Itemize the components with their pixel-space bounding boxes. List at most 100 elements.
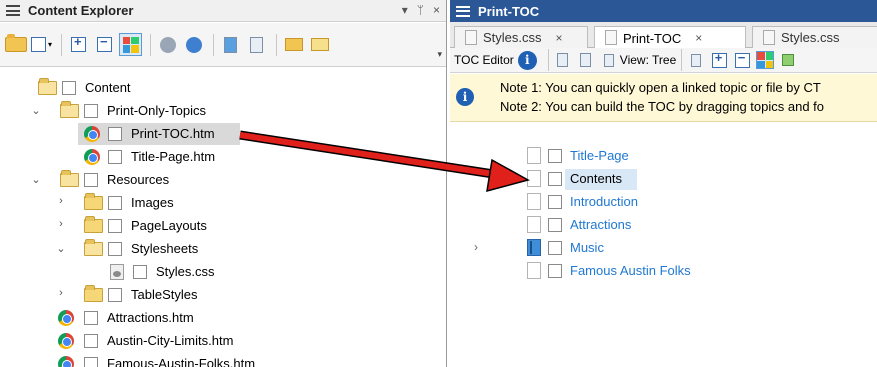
chevron-down-icon[interactable]: ⌄: [30, 104, 42, 117]
toc-editor-toolbar: TOC Editor i View: Tree: [450, 48, 877, 73]
checkbox[interactable]: [108, 150, 122, 164]
tab-styles-css-2[interactable]: Styles.css: [752, 26, 877, 48]
new-folder-icon: [284, 38, 303, 51]
toc-item-label: Title-Page: [570, 148, 629, 163]
page-icon: [527, 193, 541, 210]
properties-button[interactable]: [245, 33, 268, 56]
toc-item-label: Music: [570, 240, 604, 255]
close-icon[interactable]: ×: [433, 3, 440, 17]
toc-item-attractions[interactable]: Attractions: [450, 214, 877, 237]
tree-item-pagelayouts[interactable]: › PageLayouts: [0, 214, 446, 237]
chrome-file-icon: [58, 356, 74, 367]
folder-open-icon: [60, 101, 79, 118]
tree-item-famous-austin-folks[interactable]: Famous-Austin-Folks.htm: [0, 352, 446, 367]
chrome-file-icon: [84, 149, 100, 165]
folder-view-button[interactable]: [4, 33, 27, 56]
move-down-button[interactable]: [577, 51, 595, 69]
checkbox[interactable]: [133, 265, 147, 279]
checkbox[interactable]: [108, 219, 122, 233]
chevron-down-icon[interactable]: ⌄: [55, 242, 67, 255]
info-icon: i: [456, 88, 474, 106]
checkbox[interactable]: [548, 172, 562, 186]
collapse-all-button[interactable]: [93, 33, 116, 56]
toc-item-music[interactable]: › Music: [450, 237, 877, 260]
checkbox[interactable]: [548, 195, 562, 209]
open-button[interactable]: [156, 33, 179, 56]
tab-styles-css[interactable]: Styles.css ×: [454, 26, 588, 48]
chevron-right-icon[interactable]: ›: [474, 240, 478, 254]
toolbar-overflow-icon[interactable]: ▾: [437, 49, 442, 60]
view-tree-dropdown[interactable]: View: Tree: [620, 53, 676, 67]
bars-button[interactable]: [687, 51, 705, 69]
chevron-right-icon[interactable]: ›: [55, 218, 67, 230]
properties-icon: [250, 36, 263, 53]
checkbox[interactable]: [84, 104, 98, 118]
checkbox[interactable]: [548, 218, 562, 232]
tree-item-title-page[interactable]: Title-Page.htm: [0, 145, 446, 168]
chevron-right-icon[interactable]: ›: [55, 287, 67, 299]
add-item-button[interactable]: [779, 51, 797, 69]
expand-icon: [711, 50, 727, 68]
close-tab-icon[interactable]: ×: [695, 31, 702, 45]
tree-item-content[interactable]: Content: [0, 76, 446, 99]
checkbox[interactable]: [84, 311, 98, 325]
file-tree: Content ⌄ Print-Only-Topics Print-TOC.ht…: [0, 76, 446, 367]
checkbox[interactable]: [84, 357, 98, 367]
toc-item-introduction[interactable]: Introduction: [450, 191, 877, 214]
tree-item-styles-css[interactable]: Styles.css: [0, 260, 446, 283]
toc-editor-pane: Print-TOC Styles.css × Print-TOC × Style…: [450, 0, 877, 367]
menu-icon[interactable]: [456, 5, 470, 17]
pin-icon[interactable]: ᛘ: [417, 3, 424, 17]
new-folder-button[interactable]: [282, 33, 305, 56]
tab-print-toc[interactable]: Print-TOC ×: [594, 26, 746, 49]
collapse-all-button[interactable]: [733, 50, 751, 69]
tree-item-stylesheets[interactable]: ⌄ Stylesheets: [0, 237, 446, 260]
checkbox[interactable]: [108, 127, 122, 141]
toolbar-divider: [547, 49, 549, 71]
tab-label: Styles.css: [781, 30, 840, 45]
toc-titlebar: Print-TOC: [450, 0, 877, 22]
refresh-icon: [185, 36, 202, 53]
tree-item-print-only-topics[interactable]: ⌄ Print-Only-Topics: [0, 99, 446, 122]
expand-all-button[interactable]: [67, 33, 90, 56]
preview-button[interactable]: [219, 33, 242, 56]
tree-item-attractions[interactable]: Attractions.htm: [0, 306, 446, 329]
tree-item-tablestyles[interactable]: › TableStyles: [0, 283, 446, 306]
close-tab-icon[interactable]: ×: [556, 31, 563, 45]
tree-item-images[interactable]: › Images: [0, 191, 446, 214]
checkbox[interactable]: [84, 173, 98, 187]
toc-item-title-page[interactable]: Title-Page: [450, 145, 877, 168]
dropdown-icon[interactable]: ▾: [402, 3, 408, 17]
checkbox[interactable]: [548, 264, 562, 278]
toc-item-famous-austin-folks[interactable]: Famous Austin Folks: [450, 260, 877, 283]
checkbox[interactable]: [84, 334, 98, 348]
chevron-down-icon[interactable]: ⌄: [30, 173, 42, 186]
toc-file-icon: [605, 30, 617, 45]
checkbox[interactable]: [62, 81, 76, 95]
color-filter-button[interactable]: [119, 33, 142, 56]
checkbox[interactable]: [108, 196, 122, 210]
toolbar-divider: [681, 49, 683, 71]
checkbox[interactable]: [108, 288, 122, 302]
move-up-button[interactable]: [554, 51, 572, 69]
color-filter-button[interactable]: [756, 51, 775, 69]
chevron-right-icon[interactable]: ›: [55, 195, 67, 207]
toc-item-contents[interactable]: Contents: [450, 168, 877, 191]
view-options-button[interactable]: ▾: [30, 33, 53, 56]
expand-all-button[interactable]: [710, 50, 728, 69]
checkbox[interactable]: [108, 242, 122, 256]
css-file-icon: [763, 30, 775, 45]
new-file-button[interactable]: [308, 33, 331, 56]
refresh-button[interactable]: [182, 33, 205, 56]
toc-editor-label: TOC Editor: [454, 53, 514, 67]
tree-item-print-toc[interactable]: Print-TOC.htm: [0, 122, 446, 145]
checkbox[interactable]: [548, 241, 562, 255]
tree-item-austin-city-limits[interactable]: Austin-City-Limits.htm: [0, 329, 446, 352]
menu-icon[interactable]: [6, 5, 20, 16]
checkbox[interactable]: [548, 149, 562, 163]
info-icon[interactable]: i: [517, 50, 537, 70]
toc-item-label: Attractions: [570, 217, 632, 232]
tree-item-resources[interactable]: ⌄ Resources: [0, 168, 446, 191]
note-line-2: Note 2: You can build the TOC by draggin…: [500, 99, 825, 114]
tree-item-label: Styles.css: [156, 264, 215, 279]
